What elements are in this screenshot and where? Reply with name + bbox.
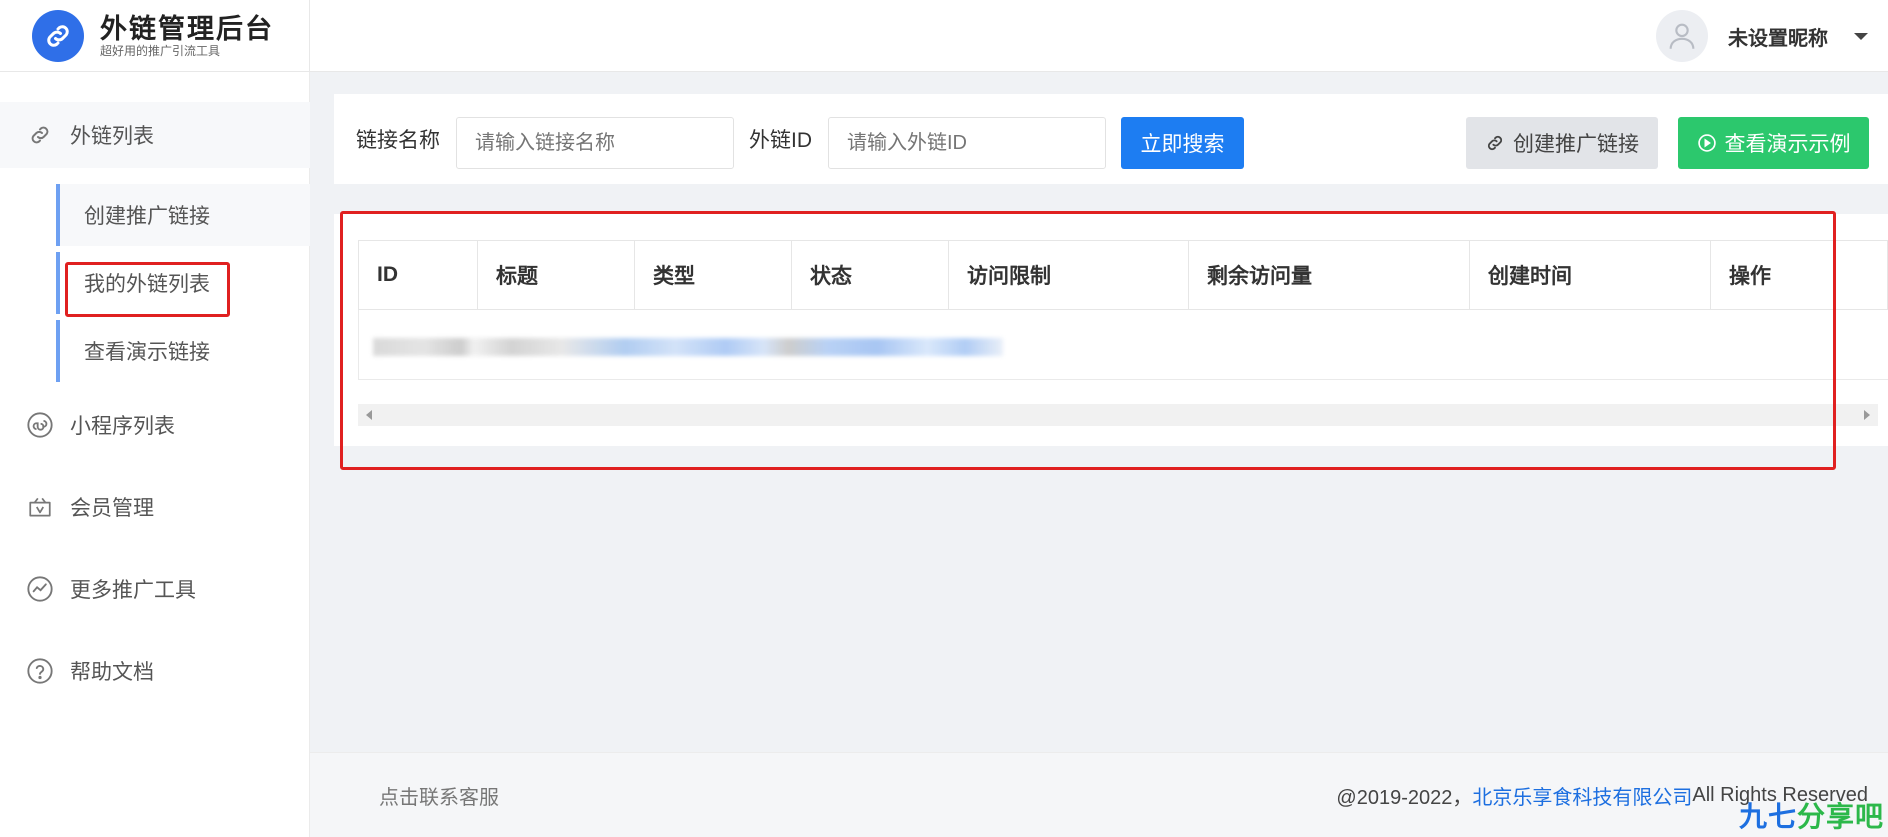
link-id-input[interactable] [828,117,1106,169]
user-nickname[interactable]: 未设置昵称 [1728,22,1828,51]
user-menu[interactable]: 未设置昵称 [1656,0,1888,72]
watermark: 九七分享吧 [1738,801,1884,832]
trend-chart-icon [26,575,54,603]
sidebar-subitem-create-link[interactable]: 创建推广链接 [56,184,310,246]
sidebar-item-label: 会员管理 [70,497,154,520]
sidebar-item-members[interactable]: 会员管理 [0,476,310,538]
sidebar-item-label: 小程序列表 [70,415,175,438]
sidebar-item-mini-programs[interactable]: 小程序列表 [0,394,310,456]
search-toolbar: 链接名称 外链ID 立即搜索 创建推广链接 查看演示示例 [334,94,1888,184]
sidebar-subitem-label: 查看演示链接 [84,341,210,364]
help-circle-icon [26,657,54,685]
view-demo-button[interactable]: 查看演示示例 [1678,117,1869,169]
view-demo-button-label: 查看演示示例 [1724,133,1851,156]
mini-program-icon [26,411,54,439]
avatar[interactable] [1656,10,1708,62]
company-link[interactable]: 北京乐享食科技有限公司 [1472,781,1692,810]
link-name-label: 链接名称 [356,129,440,152]
chevron-down-icon[interactable] [1854,32,1868,40]
sidebar-item-help-docs[interactable]: 帮助文档 [0,640,310,702]
logo-area[interactable]: 外链管理后台 超好用的推广引流工具 [0,0,310,72]
app-subtitle: 超好用的推广引流工具 [100,44,221,58]
annotation-highlight-box [65,262,230,317]
member-bag-icon [26,493,54,521]
sidebar-subitem-demo-links[interactable]: 查看演示链接 [56,320,310,382]
copyright-prefix: @2019-2022， [1336,787,1473,809]
scroll-right-arrow-icon[interactable] [1864,410,1870,420]
sidebar-item-more-tools[interactable]: 更多推广工具 [0,558,310,620]
play-circle-icon [1697,133,1717,153]
page-footer: 点击联系客服 @2019-2022， 北京乐享食科技有限公司 All Right… [310,752,1888,837]
link-icon [1485,133,1505,153]
annotation-highlight-box [340,211,1836,470]
sidebar-item-link-list[interactable]: 外链列表 [0,102,310,168]
app-title: 外链管理后台 [100,14,274,44]
link-name-input[interactable] [456,117,734,169]
sidebar-item-label: 外链列表 [70,125,154,148]
link-id-label: 外链ID [749,129,812,152]
top-header: 外链管理后台 超好用的推广引流工具 未设置昵称 [0,0,1888,72]
sidebar-item-label: 帮助文档 [70,661,154,684]
link-icon [26,121,54,149]
sidebar-subitem-label: 创建推广链接 [84,205,210,228]
contact-support-link[interactable]: 点击联系客服 [379,753,499,837]
create-link-button[interactable]: 创建推广链接 [1466,117,1658,169]
sidebar: 外链列表 创建推广链接 我的外链列表 查看演示链接 小程序列表 会员管理 更多推… [0,72,310,837]
chain-link-logo-icon [32,10,84,62]
create-link-button-label: 创建推广链接 [1513,133,1639,156]
sidebar-item-label: 更多推广工具 [70,579,196,602]
search-button[interactable]: 立即搜索 [1121,117,1244,169]
user-avatar-icon [1669,23,1695,49]
